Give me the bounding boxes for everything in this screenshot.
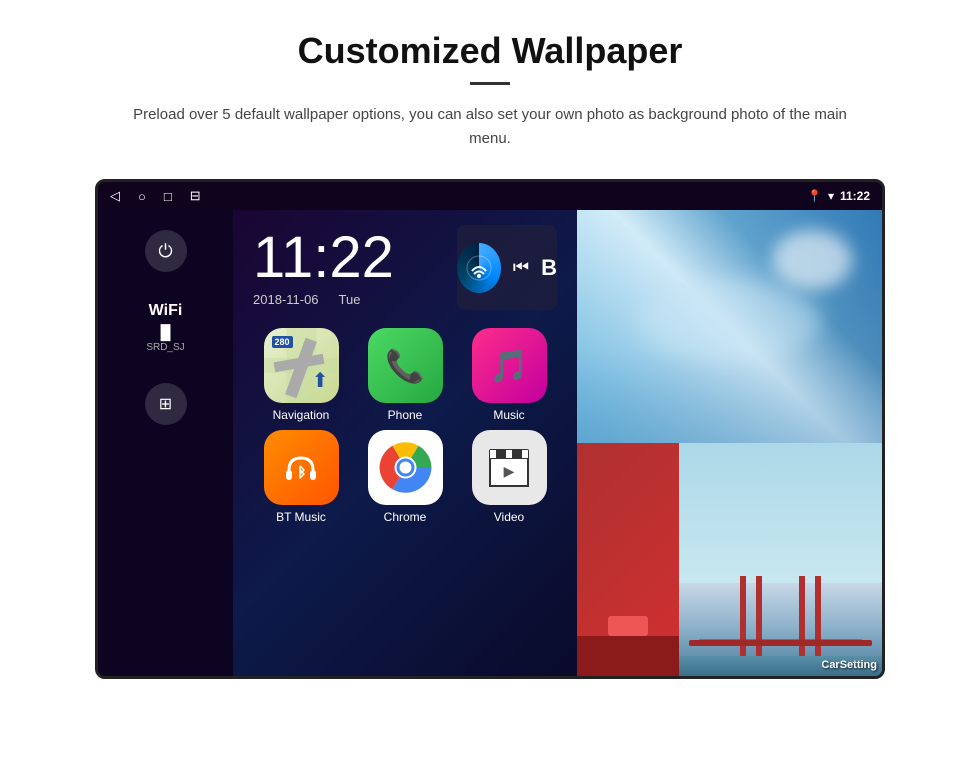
wallpaper-ice[interactable] <box>577 210 882 443</box>
more-icon[interactable]: ⊟ <box>190 188 201 204</box>
main-area: 11:22 2018-11-06 Tue <box>233 210 577 676</box>
btmusic-label: BT Music <box>276 510 326 524</box>
page-wrapper: Customized Wallpaper Preload over 5 defa… <box>0 0 980 699</box>
wallpaper-red-shelf[interactable] <box>577 443 679 676</box>
media-icon <box>457 243 501 293</box>
location-icon: 📍 <box>807 189 822 203</box>
apps-button[interactable]: ⊞ <box>145 383 187 425</box>
sidebar: ⏻ WiFi ▐▌ SRD_SJ ⊞ <box>98 210 233 676</box>
app-btmusic[interactable]: BT Music <box>253 430 349 524</box>
recent-icon[interactable]: □ <box>164 189 172 204</box>
home-icon[interactable]: ○ <box>138 189 146 204</box>
app-navigation[interactable]: 280 ⬆ Navigation <box>253 328 349 422</box>
clapboard: ▶ <box>489 449 529 487</box>
title-divider <box>470 82 510 85</box>
back-icon[interactable]: ◁ <box>110 188 120 204</box>
wallpaper-previews: CarSetting <box>577 210 882 676</box>
chrome-icon <box>368 430 443 505</box>
letter-b-label: B <box>541 255 557 281</box>
wifi-name: SRD_SJ <box>146 342 184 353</box>
status-bar: ◁ ○ □ ⊟ 📍 ▾ 11:22 <box>98 182 882 210</box>
nav-badge: 280 <box>272 336 293 348</box>
car-setting-label: CarSetting <box>821 659 877 671</box>
page-subtitle: Preload over 5 default wallpaper options… <box>130 103 850 151</box>
power-button[interactable]: ⏻ <box>145 230 187 272</box>
app-phone[interactable]: 📞 Phone <box>357 328 453 422</box>
app-chrome[interactable]: Chrome <box>357 430 453 524</box>
music-icon: 🎵 <box>472 328 547 403</box>
media-controls: ⏮ B <box>513 255 557 281</box>
phone-label: Phone <box>388 408 423 422</box>
clock-time: 11:22 <box>253 229 437 287</box>
wifi-bars: ▐▌ <box>146 324 184 340</box>
app-video[interactable]: ▶ Video <box>461 430 557 524</box>
ice-highlight <box>772 230 852 290</box>
clock-date: 2018-11-06 Tue <box>253 292 437 307</box>
bt-svg <box>281 448 321 488</box>
wifi-icon: ▾ <box>828 189 834 203</box>
wallpaper-bridge[interactable]: CarSetting <box>679 443 882 676</box>
btmusic-icon <box>264 430 339 505</box>
nav-icons: ◁ ○ □ ⊟ <box>110 188 201 204</box>
date-value: 2018-11-06 <box>253 292 319 307</box>
day-value: Tue <box>339 292 361 307</box>
media-widget: ⏮ B <box>457 225 557 310</box>
device-frame: ◁ ○ □ ⊟ 📍 ▾ 11:22 ⏻ WiFi ▐▌ SRD_SJ <box>95 179 885 679</box>
wallpaper-bottom-row: CarSetting <box>577 443 882 676</box>
music-label: Music <box>493 408 524 422</box>
status-time: 11:22 <box>840 189 870 203</box>
chrome-label: Chrome <box>384 510 427 524</box>
video-label: Video <box>494 510 524 524</box>
app-music[interactable]: 🎵 Music <box>461 328 557 422</box>
phone-icon: 📞 <box>368 328 443 403</box>
app-grid: 280 ⬆ Navigation 📞 Phone 🎵 Music <box>233 320 577 539</box>
signal-svg <box>464 253 494 283</box>
wifi-title: WiFi <box>146 302 184 320</box>
prev-icon[interactable]: ⏮ <box>513 257 529 278</box>
page-title: Customized Wallpaper <box>60 30 920 72</box>
navigation-icon: 280 ⬆ <box>264 328 339 403</box>
android-content: ⏻ WiFi ▐▌ SRD_SJ ⊞ 11:22 2018-11-06 Tue <box>98 210 882 676</box>
clock-datetime: 11:22 2018-11-06 Tue <box>253 229 437 307</box>
status-icons: 📍 ▾ 11:22 <box>807 189 870 203</box>
nav-arrow-icon: ⬆ <box>312 368 329 393</box>
navigation-label: Navigation <box>273 408 330 422</box>
chrome-svg <box>378 440 433 495</box>
wifi-widget: WiFi ▐▌ SRD_SJ <box>146 302 184 353</box>
play-icon: ▶ <box>504 463 515 480</box>
video-icon: ▶ <box>472 430 547 505</box>
clock-section: 11:22 2018-11-06 Tue <box>233 210 577 320</box>
